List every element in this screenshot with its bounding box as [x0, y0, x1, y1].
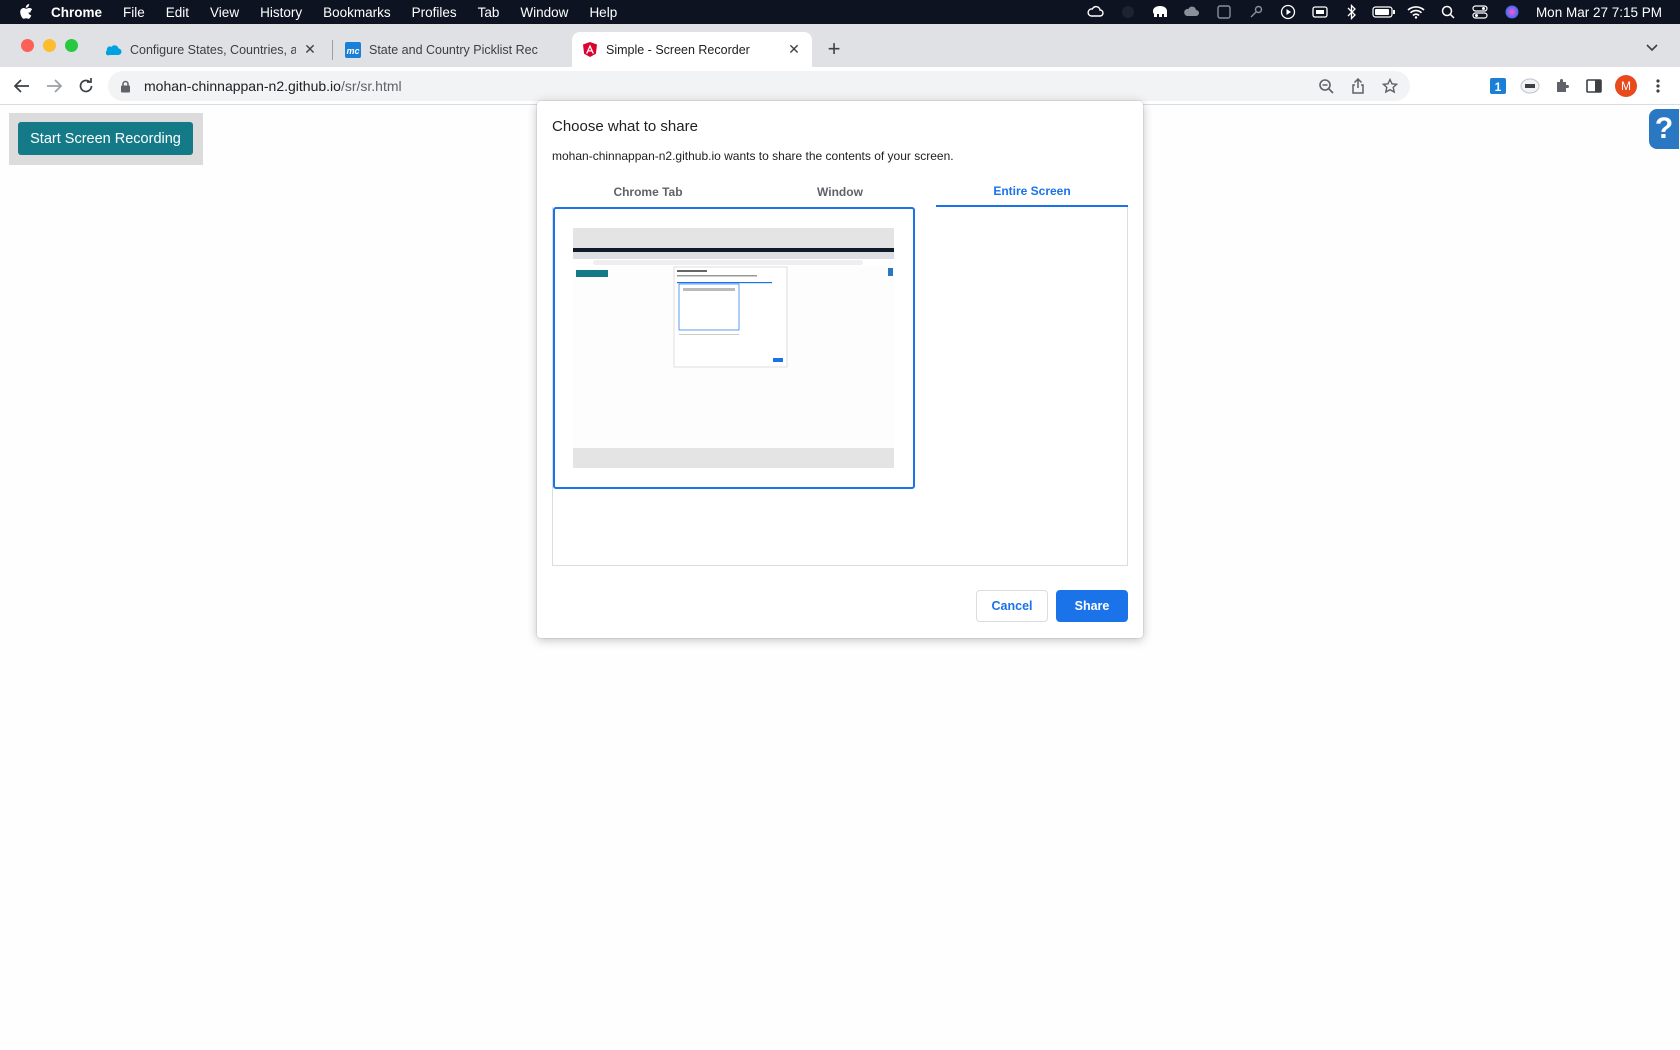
apple-icon[interactable]	[19, 4, 35, 20]
zoom-window-button[interactable]	[65, 39, 78, 52]
menu-file[interactable]: File	[123, 5, 145, 20]
window-controls	[21, 39, 78, 52]
avatar: M	[1615, 75, 1637, 97]
menu-bookmarks[interactable]: Bookmarks	[323, 5, 391, 20]
tab-window[interactable]: Window	[744, 176, 936, 207]
share-button[interactable]: Share	[1056, 590, 1128, 622]
browser-toolbar: mohan-chinnappan-n2.github.io/sr/sr.html…	[0, 67, 1680, 105]
help-button[interactable]: ?	[1649, 109, 1679, 149]
close-window-button[interactable]	[21, 39, 34, 52]
angular-icon	[582, 41, 598, 58]
cancel-button[interactable]: Cancel	[976, 590, 1048, 622]
mc-icon: mc	[345, 41, 361, 58]
browser-tab-state-country-picklist[interactable]: mc State and Country Picklist Rec	[335, 32, 567, 67]
bluetooth-icon[interactable]	[1336, 0, 1368, 24]
spotlight-search-icon[interactable]	[1432, 0, 1464, 24]
tab-search-chevron-icon[interactable]	[1642, 38, 1662, 58]
share-page-icon[interactable]	[1346, 74, 1370, 98]
dialog-actions: Cancel Share	[976, 590, 1128, 622]
profile-avatar[interactable]: M	[1614, 74, 1638, 98]
tab-entire-screen[interactable]: Entire Screen	[936, 176, 1128, 207]
url-path: /sr/sr.html	[340, 78, 402, 94]
tab-title: State and Country Picklist Rec	[369, 42, 538, 57]
menu-clock[interactable]: Mon Mar 27 7:15 PM	[1536, 5, 1662, 20]
tab-separator	[332, 40, 333, 60]
record-button-container: Start Screen Recording	[9, 113, 203, 165]
extension-1-icon[interactable]: 1	[1486, 74, 1510, 98]
omnibox-actions	[1314, 74, 1402, 98]
close-tab-icon[interactable]: ✕	[786, 41, 802, 58]
bookmark-star-icon[interactable]	[1378, 74, 1402, 98]
dialog-title: Choose what to share	[552, 118, 698, 135]
side-panel-icon[interactable]	[1582, 74, 1606, 98]
share-source-tabs: Chrome Tab Window Entire Screen	[552, 176, 1128, 207]
cloud-sync-icon[interactable]	[1080, 0, 1112, 24]
menu-help[interactable]: Help	[589, 5, 617, 20]
minimize-window-button[interactable]	[43, 39, 56, 52]
url-host: mohan-chinnappan-n2.github.io	[144, 78, 341, 94]
lock-icon[interactable]	[120, 79, 134, 93]
box-app-icon[interactable]	[1208, 0, 1240, 24]
forward-arrow-icon[interactable]	[42, 74, 66, 98]
zoom-icon[interactable]	[1314, 74, 1338, 98]
kebab-menu-icon[interactable]	[1646, 74, 1670, 98]
macos-menu-bar: Chrome File Edit View History Bookmarks …	[0, 0, 1680, 24]
cloud-app-icon[interactable]	[1176, 0, 1208, 24]
reload-icon[interactable]	[74, 74, 98, 98]
elephant-icon[interactable]	[1144, 0, 1176, 24]
share-source-panel	[552, 207, 1128, 566]
menu-tab[interactable]: Tab	[478, 5, 500, 20]
screen-thumbnail[interactable]	[553, 207, 915, 489]
browser-tab-strip: Configure States, Countries, ar ✕ mc Sta…	[0, 24, 1680, 67]
key-icon[interactable]	[1240, 0, 1272, 24]
menu-app-name[interactable]: Chrome	[51, 5, 102, 20]
new-tab-button[interactable]: +	[822, 36, 846, 61]
menu-window[interactable]: Window	[520, 5, 568, 20]
salesforce-cloud-icon	[106, 42, 122, 58]
menu-edit[interactable]: Edit	[166, 5, 189, 20]
share-screen-dialog: Choose what to share mohan-chinnappan-n2…	[537, 101, 1143, 638]
extension-2-icon[interactable]	[1518, 74, 1542, 98]
svg-text:mc: mc	[346, 46, 359, 56]
tab-title: Configure States, Countries, ar	[130, 42, 296, 57]
back-arrow-icon[interactable]	[10, 74, 34, 98]
tab-title: Simple - Screen Recorder	[606, 42, 750, 57]
display-icon[interactable]	[1304, 0, 1336, 24]
menu-view[interactable]: View	[210, 5, 239, 20]
control-center-icon[interactable]	[1464, 0, 1496, 24]
tab-chrome-tab[interactable]: Chrome Tab	[552, 176, 744, 207]
wifi-icon[interactable]	[1400, 0, 1432, 24]
play-icon[interactable]	[1272, 0, 1304, 24]
status-area: Mon Mar 27 7:15 PM	[1080, 0, 1662, 24]
svg-text:1: 1	[1495, 80, 1502, 94]
battery-icon[interactable]	[1368, 0, 1400, 24]
menu-profiles[interactable]: Profiles	[412, 5, 457, 20]
extensions-puzzle-icon[interactable]	[1550, 74, 1574, 98]
siri-icon[interactable]	[1496, 0, 1528, 24]
address-bar[interactable]: mohan-chinnappan-n2.github.io/sr/sr.html	[108, 71, 1410, 101]
browser-tab-screen-recorder[interactable]: Simple - Screen Recorder ✕	[572, 32, 812, 67]
dark-app-icon[interactable]	[1112, 0, 1144, 24]
dialog-description: mohan-chinnappan-n2.github.io wants to s…	[552, 149, 954, 163]
menu-history[interactable]: History	[260, 5, 302, 20]
close-tab-icon[interactable]: ✕	[302, 41, 318, 58]
start-screen-recording-button[interactable]: Start Screen Recording	[18, 122, 193, 155]
screen-preview-image	[573, 228, 894, 468]
browser-tab-configure-states[interactable]: Configure States, Countries, ar ✕	[96, 32, 328, 67]
